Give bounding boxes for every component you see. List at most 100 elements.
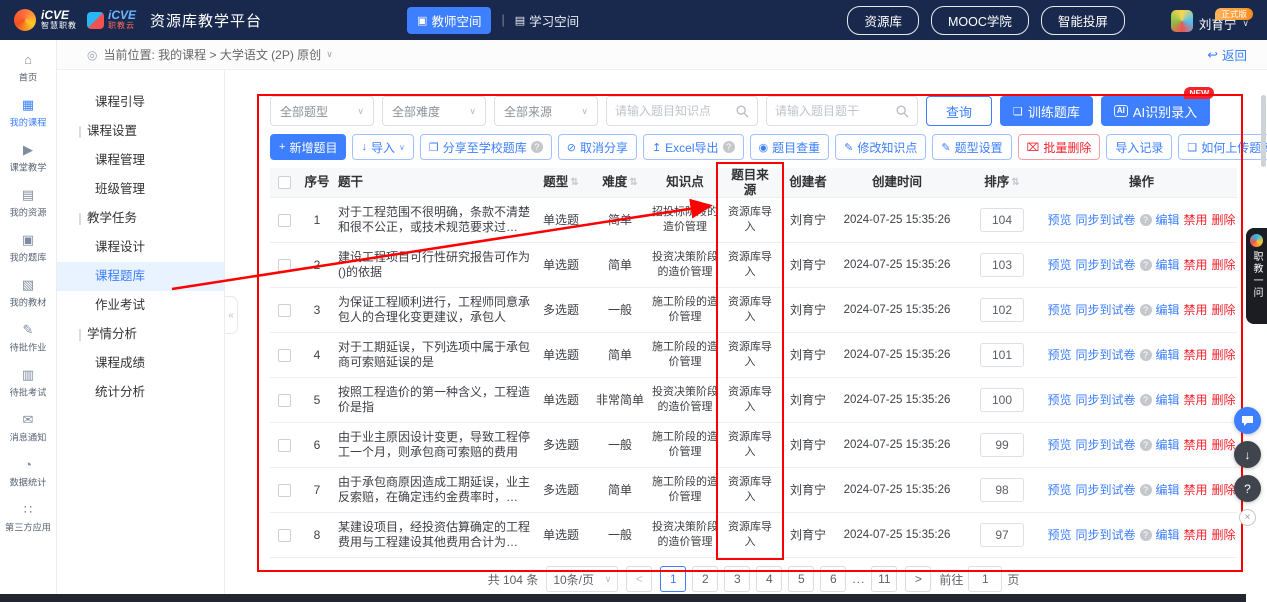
modify-knowledge-button[interactable]: ✎修改知识点	[835, 134, 926, 160]
teacher-space-tab[interactable]: ▣ 教师空间	[407, 7, 491, 34]
menu-item-class-management[interactable]: 班级管理	[57, 175, 224, 204]
cancel-share-button[interactable]: ⊘取消分享	[558, 134, 637, 160]
row-order-input[interactable]	[980, 478, 1024, 502]
page-button-3[interactable]: 3	[724, 566, 750, 592]
row-order-input[interactable]	[980, 343, 1024, 367]
edit-link[interactable]: 编辑	[1156, 483, 1180, 498]
sidebar-item-data-statistics[interactable]: ◔数据统计	[0, 451, 56, 496]
preview-link[interactable]: 预览	[1047, 348, 1071, 363]
mooc-college-pill[interactable]: MOOC学院	[931, 6, 1029, 35]
sidebar-item-classroom-teaching[interactable]: ▶课堂教学	[0, 136, 56, 181]
delete-link[interactable]: 删除	[1212, 348, 1236, 363]
source-select[interactable]: 全部来源 ∨	[494, 96, 598, 126]
row-checkbox[interactable]	[278, 259, 291, 272]
edit-link[interactable]: 编辑	[1156, 438, 1180, 453]
page-button-4[interactable]: 4	[756, 566, 782, 592]
row-checkbox[interactable]	[278, 304, 291, 317]
row-order-input[interactable]	[980, 298, 1024, 322]
select-all-checkbox[interactable]	[278, 176, 291, 189]
sidebar-item-my-textbooks[interactable]: ▧我的教材	[0, 271, 56, 316]
preview-link[interactable]: 预览	[1047, 393, 1071, 408]
back-link[interactable]: ↩ 返回	[1208, 45, 1248, 64]
edit-link[interactable]: 编辑	[1156, 303, 1180, 318]
delete-link[interactable]: 删除	[1212, 483, 1236, 498]
help-button[interactable]: ?	[1234, 475, 1261, 502]
edit-link[interactable]: 编辑	[1156, 258, 1180, 273]
row-checkbox[interactable]	[278, 484, 291, 497]
menu-item-course-grades[interactable]: 课程成绩	[57, 349, 224, 378]
delete-link[interactable]: 删除	[1212, 303, 1236, 318]
scrollbar-thumb[interactable]	[1261, 95, 1266, 167]
stem-search-input[interactable]	[775, 104, 892, 118]
close-button[interactable]: ×	[1239, 509, 1256, 526]
sidebar-item-my-courses[interactable]: ▦我的课程	[0, 91, 56, 136]
delete-link[interactable]: 删除	[1212, 528, 1236, 543]
disable-link[interactable]: 禁用	[1184, 213, 1208, 228]
smart-screen-pill[interactable]: 智能投屏	[1041, 6, 1125, 35]
menu-item-course-design[interactable]: 课程设计	[57, 233, 224, 262]
download-button[interactable]: ↓	[1234, 441, 1261, 468]
page-size-select[interactable]: 10条/页 ∨	[546, 566, 618, 592]
chat-button[interactable]	[1234, 407, 1261, 434]
menu-collapse-toggle[interactable]: «	[225, 296, 238, 334]
sync-to-paper-link[interactable]: 同步到试卷	[1075, 303, 1135, 318]
sync-to-paper-link[interactable]: 同步到试卷	[1075, 438, 1135, 453]
question-type-select[interactable]: 全部题型 ∨	[270, 96, 374, 126]
sync-to-paper-link[interactable]: 同步到试卷	[1075, 258, 1135, 273]
preview-link[interactable]: 预览	[1047, 438, 1071, 453]
duplicate-check-button[interactable]: ◉题目查重	[750, 134, 830, 160]
delete-link[interactable]: 删除	[1212, 438, 1236, 453]
question-type-settings-button[interactable]: ✎题型设置	[932, 134, 1011, 160]
row-order-input[interactable]	[980, 388, 1024, 412]
page-button-1[interactable]: 1	[660, 566, 686, 592]
row-order-input[interactable]	[980, 523, 1024, 547]
knowledge-search-input[interactable]	[615, 104, 732, 118]
train-bank-button[interactable]: ❏ 训练题库	[1000, 96, 1093, 126]
excel-export-button[interactable]: ↥Excel导出?	[643, 134, 744, 160]
row-checkbox[interactable]	[278, 214, 291, 227]
disable-link[interactable]: 禁用	[1184, 258, 1208, 273]
preview-link[interactable]: 预览	[1047, 528, 1071, 543]
import-records-button[interactable]: 导入记录	[1106, 134, 1172, 160]
disable-link[interactable]: 禁用	[1184, 348, 1208, 363]
resource-library-pill[interactable]: 资源库	[847, 6, 919, 35]
sync-to-paper-link[interactable]: 同步到试卷	[1075, 483, 1135, 498]
delete-link[interactable]: 删除	[1212, 258, 1236, 273]
sort-icon[interactable]: ⇅	[1011, 175, 1019, 190]
page-button-11[interactable]: 11	[871, 566, 897, 592]
edit-link[interactable]: 编辑	[1156, 393, 1180, 408]
goto-page-input[interactable]	[968, 566, 1002, 592]
row-order-input[interactable]	[980, 433, 1024, 457]
row-checkbox[interactable]	[278, 394, 291, 407]
delete-link[interactable]: 删除	[1212, 213, 1236, 228]
learning-space-tab[interactable]: ▤ 学习空间	[515, 11, 579, 30]
search-button[interactable]: 查询	[926, 96, 992, 126]
edit-link[interactable]: 编辑	[1156, 348, 1180, 363]
disable-link[interactable]: 禁用	[1184, 438, 1208, 453]
page-button-6[interactable]: 6	[820, 566, 846, 592]
menu-item-course-guide[interactable]: 课程引导	[57, 88, 224, 117]
disable-link[interactable]: 禁用	[1184, 483, 1208, 498]
share-to-school-bank-button[interactable]: ❐分享至学校题库?	[420, 134, 552, 160]
edit-link[interactable]: 编辑	[1156, 528, 1180, 543]
sort-icon[interactable]: ⇅	[570, 175, 578, 190]
edit-link[interactable]: 编辑	[1156, 213, 1180, 228]
sidebar-item-third-party-apps[interactable]: ∷第三方应用	[0, 496, 56, 541]
ai-recognition-button[interactable]: AI AI识别录入	[1101, 96, 1210, 126]
menu-item-statistical-analysis[interactable]: 统计分析	[57, 378, 224, 407]
sort-icon[interactable]: ⇅	[629, 175, 637, 190]
how-to-upload-button[interactable]: ❏如何上传题库?	[1178, 134, 1267, 160]
next-page-button[interactable]: >	[905, 566, 931, 592]
row-order-input[interactable]	[980, 208, 1024, 232]
disable-link[interactable]: 禁用	[1184, 393, 1208, 408]
preview-link[interactable]: 预览	[1047, 303, 1071, 318]
sync-to-paper-link[interactable]: 同步到试卷	[1075, 393, 1135, 408]
menu-item-course-management[interactable]: 课程管理	[57, 146, 224, 175]
row-order-input[interactable]	[980, 253, 1024, 277]
menu-item-course-question-bank[interactable]: 课程题库	[57, 262, 224, 291]
sidebar-item-my-resources[interactable]: ▤我的资源	[0, 181, 56, 226]
sidebar-item-my-question-bank[interactable]: ▣我的题库	[0, 226, 56, 271]
sync-to-paper-link[interactable]: 同步到试卷	[1075, 528, 1135, 543]
delete-link[interactable]: 删除	[1212, 393, 1236, 408]
add-question-button[interactable]: +新增题目	[270, 134, 346, 160]
